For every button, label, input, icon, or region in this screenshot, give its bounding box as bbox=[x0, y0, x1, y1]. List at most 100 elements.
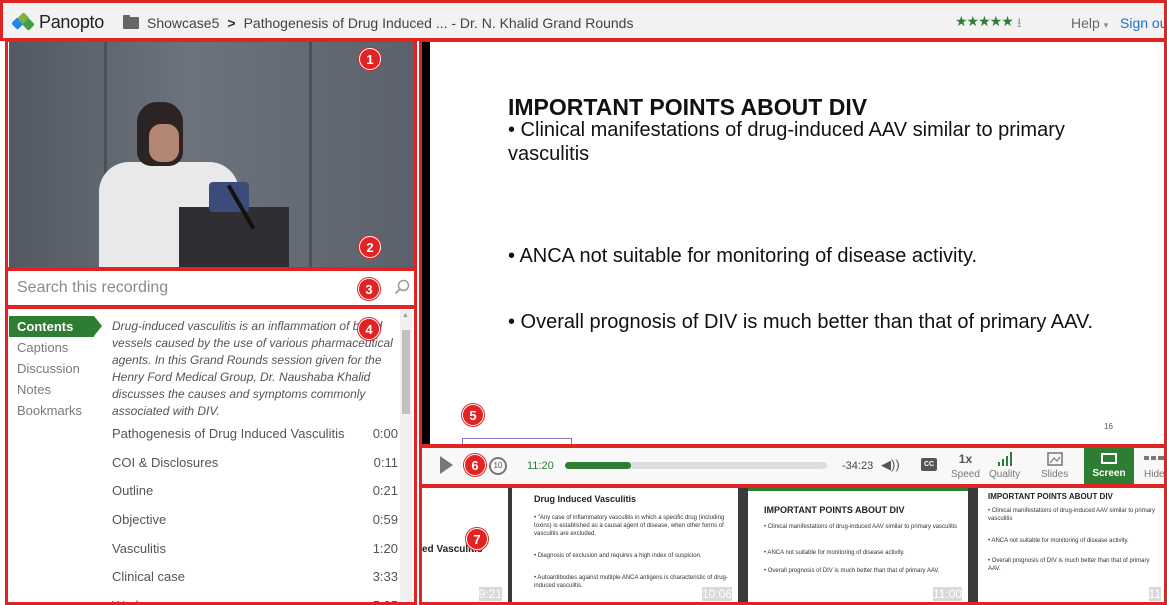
contents-panel: Drug-induced vasculitis is an inflammati… bbox=[112, 318, 398, 605]
screen-icon bbox=[1101, 453, 1117, 464]
chevron-down-icon: ▾ bbox=[1103, 20, 1109, 30]
breadcrumb-separator: > bbox=[227, 15, 236, 31]
thumbnail-active[interactable]: IMPORTANT POINTS ABOUT DIV • Clinical ma… bbox=[748, 488, 968, 605]
hide-button[interactable]: Hide bbox=[1144, 452, 1165, 480]
thumbnail[interactable]: Drug Induced Vasculitis • "Any case of i… bbox=[512, 488, 738, 605]
cc-icon[interactable]: CC bbox=[921, 458, 937, 471]
toc-time: 0:00 bbox=[372, 426, 398, 441]
side-tabs: Contents Captions Discussion Notes Bookm… bbox=[9, 316, 104, 421]
toc-item[interactable]: Workup 5:25 bbox=[112, 592, 398, 605]
callout-badge: 6 bbox=[464, 454, 486, 476]
screen-label: Screen bbox=[1092, 468, 1126, 479]
slide-bullet: • Clinical manifestations of drug-induce… bbox=[508, 119, 1065, 165]
tab-captions[interactable]: Captions bbox=[9, 337, 104, 358]
slide-canvas: IMPORTANT POINTS ABOUT DIV • Clinical ma… bbox=[430, 42, 1167, 445]
toc-title: Vasculitis bbox=[112, 540, 166, 556]
speed-value: 1x bbox=[958, 452, 973, 466]
toc-time: 1:20 bbox=[372, 540, 398, 556]
logo-text: Panopto bbox=[39, 12, 104, 32]
callout-badge: 2 bbox=[359, 236, 381, 258]
callout-badge: 5 bbox=[462, 404, 484, 426]
download-icon[interactable]: ⭳ bbox=[1017, 14, 1022, 36]
help-label: Help bbox=[1071, 15, 1100, 31]
toc-title: Outline bbox=[112, 483, 154, 499]
toc-item[interactable]: Objective 0:59 bbox=[112, 506, 398, 535]
slides-label: Slides bbox=[1041, 469, 1069, 480]
callout-badge: 7 bbox=[466, 528, 488, 550]
remaining-time: -34:23 bbox=[842, 460, 874, 472]
toc-time: 5:25 bbox=[373, 592, 398, 605]
help-menu[interactable]: Help ▾ bbox=[1071, 15, 1108, 31]
volume-icon[interactable]: ◀)) bbox=[881, 457, 900, 473]
toc-title: Objective bbox=[112, 512, 167, 528]
thumbnail-text: • Autoantibodies against multiple ANCA a… bbox=[534, 575, 728, 589]
slide-bullet: • Overall prognosis of DIV is much bette… bbox=[508, 311, 1094, 333]
star-rating[interactable]: ★★★★★ bbox=[955, 13, 1014, 30]
thumbnail-text: • "Any case of inflammatory vasculitis i… bbox=[534, 515, 725, 537]
hide-icon bbox=[1144, 452, 1165, 468]
toc-time: 0:21 bbox=[372, 483, 398, 499]
toc-time: 3:33 bbox=[372, 569, 398, 585]
presenter-video[interactable] bbox=[9, 42, 414, 268]
contents-scrollbar[interactable]: ▲ bbox=[400, 310, 412, 605]
progress-bar[interactable] bbox=[565, 462, 827, 469]
breadcrumb-folder[interactable]: Showcase5 bbox=[147, 15, 219, 31]
slide-thumbnails: ed Vasculitis 9:21 Drug Induced Vasculit… bbox=[422, 488, 1167, 605]
thumbnail-text: • Overall prognosis of DIV is much bette… bbox=[764, 568, 940, 574]
rewind-10-icon[interactable]: 10 bbox=[489, 457, 507, 475]
slide-viewer[interactable]: IMPORTANT POINTS ABOUT DIV • Clinical ma… bbox=[422, 42, 1167, 445]
presenter-face bbox=[149, 124, 179, 162]
slide-title: IMPORTANT POINTS ABOUT DIV bbox=[508, 94, 868, 120]
sign-out-link[interactable]: Sign ou bbox=[1120, 15, 1167, 31]
tab-discussion[interactable]: Discussion bbox=[9, 358, 104, 379]
thumbnail-time: 11 bbox=[1148, 587, 1161, 601]
slides-icon bbox=[1041, 452, 1068, 468]
speed-button[interactable]: 1x Speed bbox=[951, 452, 980, 480]
scroll-up-icon[interactable]: ▲ bbox=[402, 312, 409, 319]
wall-panel bbox=[309, 42, 312, 268]
thumbnail-text: • ANCA not suitable for monitoring of di… bbox=[764, 550, 905, 556]
slide-page-number: 16 bbox=[1104, 422, 1113, 431]
breadcrumb: Showcase5 > Pathogenesis of Drug Induced… bbox=[123, 15, 633, 31]
thumbnail-title: Drug Induced Vasculitis bbox=[534, 494, 637, 504]
toc-item[interactable]: Vasculitis 1:20 bbox=[112, 535, 398, 564]
tab-bookmarks[interactable]: Bookmarks bbox=[9, 400, 104, 421]
panopto-logo[interactable]: Panopto bbox=[11, 11, 104, 33]
podium bbox=[179, 207, 289, 268]
slide-bullet: • ANCA not suitable for monitoring of di… bbox=[508, 245, 978, 267]
thumbnail-text: • Overall prognosis of DIV is much bette… bbox=[988, 558, 1150, 572]
thumbnail-time: 10:06 bbox=[701, 587, 732, 601]
session-description: Drug-induced vasculitis is an inflammati… bbox=[112, 319, 393, 418]
folder-icon bbox=[123, 15, 139, 29]
thumbnail-text: • Diagnosis of exclusion and requires a … bbox=[534, 553, 702, 559]
toc-title: COI & Disclosures bbox=[112, 454, 219, 470]
scroll-thumb[interactable] bbox=[402, 330, 410, 414]
screen-button[interactable]: Screen bbox=[1084, 448, 1134, 485]
thumbnail[interactable]: ed Vasculitis 9:21 bbox=[422, 488, 508, 605]
toc-item[interactable]: Clinical case 3:33 bbox=[112, 563, 398, 592]
tab-notes[interactable]: Notes bbox=[9, 379, 104, 400]
toc-item[interactable]: Pathogenesis of Drug Induced Vasculitis 0… bbox=[112, 420, 398, 449]
player-controls: 10 11:20 -34:23 ◀)) CC 1x Speed Quality … bbox=[422, 448, 1167, 485]
callout-badge: 3 bbox=[358, 278, 380, 300]
search-input[interactable] bbox=[9, 270, 369, 306]
thumbnail[interactable]: IMPORTANT POINTS ABOUT DIV • Clinical ma… bbox=[978, 488, 1167, 605]
play-icon[interactable] bbox=[440, 456, 453, 474]
search-icon[interactable] bbox=[394, 279, 410, 295]
progress-fill bbox=[565, 462, 631, 469]
slide-footer-mark bbox=[462, 438, 572, 445]
hide-label: Hide bbox=[1144, 469, 1165, 480]
tab-contents[interactable]: Contents bbox=[9, 316, 102, 337]
toc-item[interactable]: COI & Disclosures 0:11 bbox=[112, 449, 398, 478]
callout-badge: 4 bbox=[358, 318, 380, 340]
callout-badge: 1 bbox=[359, 48, 381, 70]
top-bar: Panopto Showcase5 > Pathogenesis of Drug… bbox=[0, 0, 1167, 40]
toc-item[interactable]: Outline 0:21 bbox=[112, 477, 398, 506]
quality-button[interactable]: Quality bbox=[989, 452, 1020, 480]
toc-time: 0:59 bbox=[372, 512, 398, 528]
slides-button[interactable]: Slides bbox=[1041, 452, 1068, 480]
thumbnail-text: • ANCA not suitable for monitoring of di… bbox=[988, 538, 1129, 544]
panopto-viewer: { "header": { "logo_text": "Panopto", "b… bbox=[0, 0, 1167, 605]
toc-title: Clinical case bbox=[112, 569, 185, 585]
current-time: 11:20 bbox=[527, 460, 554, 472]
